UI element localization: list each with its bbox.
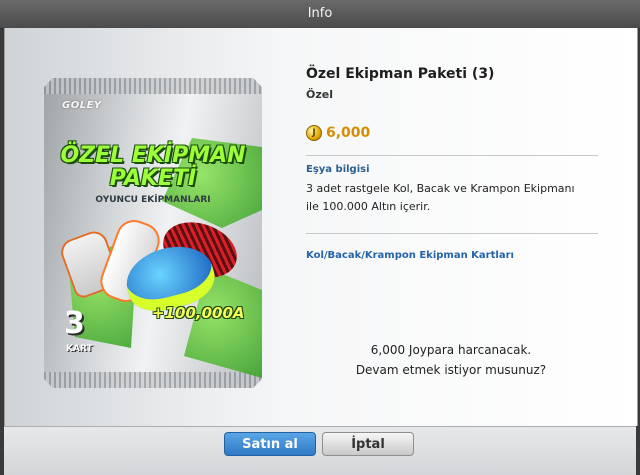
divider	[306, 155, 598, 156]
pack-title-line2: PAKETİ	[109, 166, 197, 191]
pack-logo: GOLEY	[62, 100, 102, 111]
pack-subtitle: OYUNCU EKİPMANLARI	[95, 195, 211, 205]
equipment-cards-link[interactable]: Kol/Bacak/Krampon Ekipman Kartları	[306, 250, 514, 261]
pack-bonus: +100,000A	[152, 304, 245, 322]
pack-crimp-top	[44, 78, 262, 94]
pack-card-count-label: KART	[66, 344, 93, 354]
price-row: J 6,000	[306, 125, 370, 141]
pack-card-count: 3	[64, 306, 85, 341]
confirm-message: 6,000 Joypara harcanacak. Devam etmek is…	[306, 340, 596, 380]
item-info-line: 3 adet rastgele Kol, Bacak ve Krampon Ek…	[306, 182, 575, 195]
window-title: Info	[0, 0, 640, 29]
confirm-line: 6,000 Joypara harcanacak.	[370, 343, 532, 357]
buy-button[interactable]: Satın al	[224, 432, 316, 456]
pack-title: ÖZEL EKİPMAN PAKETİ	[44, 144, 262, 190]
divider	[306, 233, 598, 234]
dialog-footer	[4, 426, 636, 475]
cancel-button[interactable]: İptal	[322, 432, 414, 456]
item-price: 6,000	[326, 125, 371, 141]
coin-icon: J	[306, 125, 322, 141]
confirm-line: Devam etmek istiyor musunuz?	[355, 363, 547, 377]
item-info-label: Eşya bilgisi	[306, 164, 370, 175]
pack-crimp-bottom	[44, 372, 262, 388]
item-info-text: 3 adet rastgele Kol, Bacak ve Krampon Ek…	[306, 180, 606, 216]
pack-card-image: GOLEY ÖZEL EKİPMAN PAKETİ OYUNCU EKİPMAN…	[44, 78, 262, 388]
item-info-line: ile 100.000 Altın içerir.	[306, 200, 431, 213]
item-name: Özel Ekipman Paketi (3)	[306, 66, 495, 82]
pack-title-line1: ÖZEL EKİPMAN	[60, 143, 246, 168]
item-category: Özel	[306, 88, 333, 101]
